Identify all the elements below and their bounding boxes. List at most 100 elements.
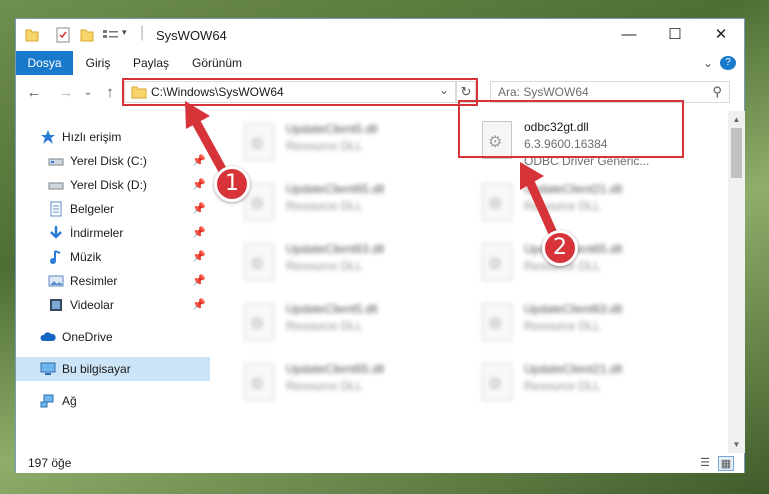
details-view-icon[interactable]: ☰ [698, 456, 712, 469]
file-highlight-box [458, 100, 684, 158]
file-type: Resource DLL [286, 319, 363, 333]
pin-icon[interactable]: 📌 [192, 197, 206, 221]
file-name: UpdateClient65.dll [286, 362, 385, 376]
back-button[interactable]: ← [24, 83, 44, 103]
status-bar: 197 öğe ☰ ▦ [16, 453, 744, 473]
file-name: UpdateClient21.dll [524, 362, 623, 376]
star-icon [41, 130, 55, 144]
minimize-button[interactable]: — [606, 19, 652, 51]
view-options-icon[interactable] [102, 27, 120, 43]
pin-icon[interactable]: 📌 [192, 149, 206, 173]
forward-button[interactable]: → [56, 83, 76, 103]
explorer-window: ▾ | SysWOW64 — ☐ ✕ Dosya Giriş Paylaş Gö… [15, 18, 745, 473]
drive-icon [48, 182, 64, 190]
folder-icon [25, 29, 39, 42]
pin-icon[interactable]: 📌 [192, 293, 206, 317]
nav-label: İndirmeler [70, 226, 124, 240]
title-separator: | [140, 24, 145, 41]
file-item[interactable]: UpdateClient65.dll Resource DLL [238, 359, 468, 411]
dll-file-icon [482, 243, 512, 281]
nav-item-downloads[interactable]: İndirmeler 📌 [16, 221, 210, 245]
computer-icon [40, 362, 56, 375]
pictures-icon [48, 275, 64, 287]
nav-label: Hızlı erişim [62, 130, 122, 144]
pin-icon[interactable]: 📌 [192, 173, 206, 197]
nav-item-disk-d[interactable]: Yerel Disk (D:) 📌 [16, 173, 210, 197]
nav-label: Videolar [70, 298, 114, 312]
search-icon[interactable]: ⚲ [712, 84, 722, 100]
scroll-thumb[interactable] [731, 128, 742, 178]
nav-item-disk-c[interactable]: Yerel Disk (C:) 📌 [16, 149, 210, 173]
tab-share[interactable]: Paylaş [126, 51, 176, 75]
file-type: Resource DLL [524, 199, 601, 213]
documents-icon [50, 201, 62, 217]
expand-ribbon-icon[interactable]: ⌄ [700, 51, 716, 75]
nav-item-network[interactable]: Ağ [16, 389, 210, 413]
title-bar: ▾ | SysWOW64 — ☐ ✕ [16, 19, 744, 51]
recent-locations-button[interactable]: ⌄ [78, 83, 98, 103]
file-item[interactable]: UpdateClient63.dll Resource DLL [238, 239, 468, 291]
file-item[interactable]: UpdateClient5.dll Resource DLL [238, 299, 468, 351]
maximize-button[interactable]: ☐ [652, 19, 698, 51]
file-name: UpdateClient65.dll [286, 182, 385, 196]
nav-label: Ağ [62, 394, 77, 408]
customize-toolbar-icon[interactable]: ▾ [122, 27, 127, 38]
file-type: Resource DLL [286, 259, 363, 273]
file-list: UpdateClient5.dll Resource DLL UpdateCli… [210, 111, 728, 453]
navigation-pane: Hızlı erişim Yerel Disk (C:) 📌 Yerel Dis… [16, 111, 210, 453]
tab-view[interactable]: Görünüm [186, 51, 248, 75]
dll-file-icon [244, 363, 274, 401]
dll-file-icon [244, 243, 274, 281]
file-name: UpdateClient5.dll [286, 122, 378, 136]
address-highlight-box [122, 78, 478, 106]
properties-icon[interactable] [56, 27, 70, 43]
dll-file-icon [244, 303, 274, 341]
file-item[interactable]: UpdateClient63.dll Resource DLL [476, 299, 706, 351]
file-name: UpdateClient5.dll [286, 302, 378, 316]
scroll-down-icon[interactable]: ▼ [728, 436, 745, 453]
search-placeholder: Ara: SysWOW64 [498, 85, 589, 99]
new-folder-icon[interactable] [80, 27, 94, 43]
file-item[interactable]: UpdateClient65.dll Resource DLL [476, 239, 706, 291]
vertical-scrollbar[interactable]: ▲ ▼ [728, 111, 745, 453]
dll-file-icon [482, 363, 512, 401]
pin-icon[interactable]: 📌 [192, 245, 206, 269]
nav-item-onedrive[interactable]: OneDrive [16, 325, 210, 349]
callout-badge-1: 1 [214, 166, 250, 202]
nav-item-pictures[interactable]: Resimler 📌 [16, 269, 210, 293]
file-name: UpdateClient21.dll [524, 182, 623, 196]
pin-icon[interactable]: 📌 [192, 221, 206, 245]
music-icon [50, 250, 61, 264]
network-icon [40, 394, 54, 408]
file-item[interactable]: UpdateClient21.dll Resource DLL [476, 359, 706, 411]
dll-file-icon [244, 123, 274, 161]
file-item[interactable]: UpdateClient21.dll Resource DLL [476, 179, 706, 231]
videos-icon [50, 299, 62, 311]
help-icon[interactable]: ? [720, 56, 736, 70]
file-item[interactable]: UpdateClient5.dll Resource DLL [238, 119, 468, 171]
nav-item-documents[interactable]: Belgeler 📌 [16, 197, 210, 221]
scroll-up-icon[interactable]: ▲ [728, 111, 745, 128]
nav-label: Belgeler [70, 202, 115, 216]
file-type: Resource DLL [286, 379, 363, 393]
window-title: SysWOW64 [156, 28, 227, 43]
tab-home[interactable]: Giriş [80, 51, 116, 75]
dll-file-icon [482, 183, 512, 221]
nav-item-this-pc[interactable]: Bu bilgisayar [16, 357, 210, 381]
nav-item-videos[interactable]: Videolar 📌 [16, 293, 210, 317]
item-count: 197 öğe [28, 456, 72, 470]
file-type: Resource DLL [286, 139, 363, 153]
file-type: Resource DLL [286, 199, 363, 213]
file-type: Resource DLL [524, 319, 601, 333]
cloud-icon [40, 332, 56, 341]
file-name: UpdateClient63.dll [524, 302, 623, 316]
up-button[interactable]: ↑ [100, 83, 120, 103]
pin-icon[interactable]: 📌 [192, 269, 206, 293]
nav-label: Yerel Disk (D:) [70, 178, 147, 192]
file-item[interactable]: UpdateClient65.dll Resource DLL [238, 179, 468, 231]
close-button[interactable]: ✕ [698, 19, 744, 51]
nav-item-music[interactable]: Müzik 📌 [16, 245, 210, 269]
nav-item-quick-access[interactable]: Hızlı erişim [16, 125, 210, 149]
large-icons-view-icon[interactable]: ▦ [718, 456, 734, 471]
nav-label: Müzik [70, 250, 102, 264]
